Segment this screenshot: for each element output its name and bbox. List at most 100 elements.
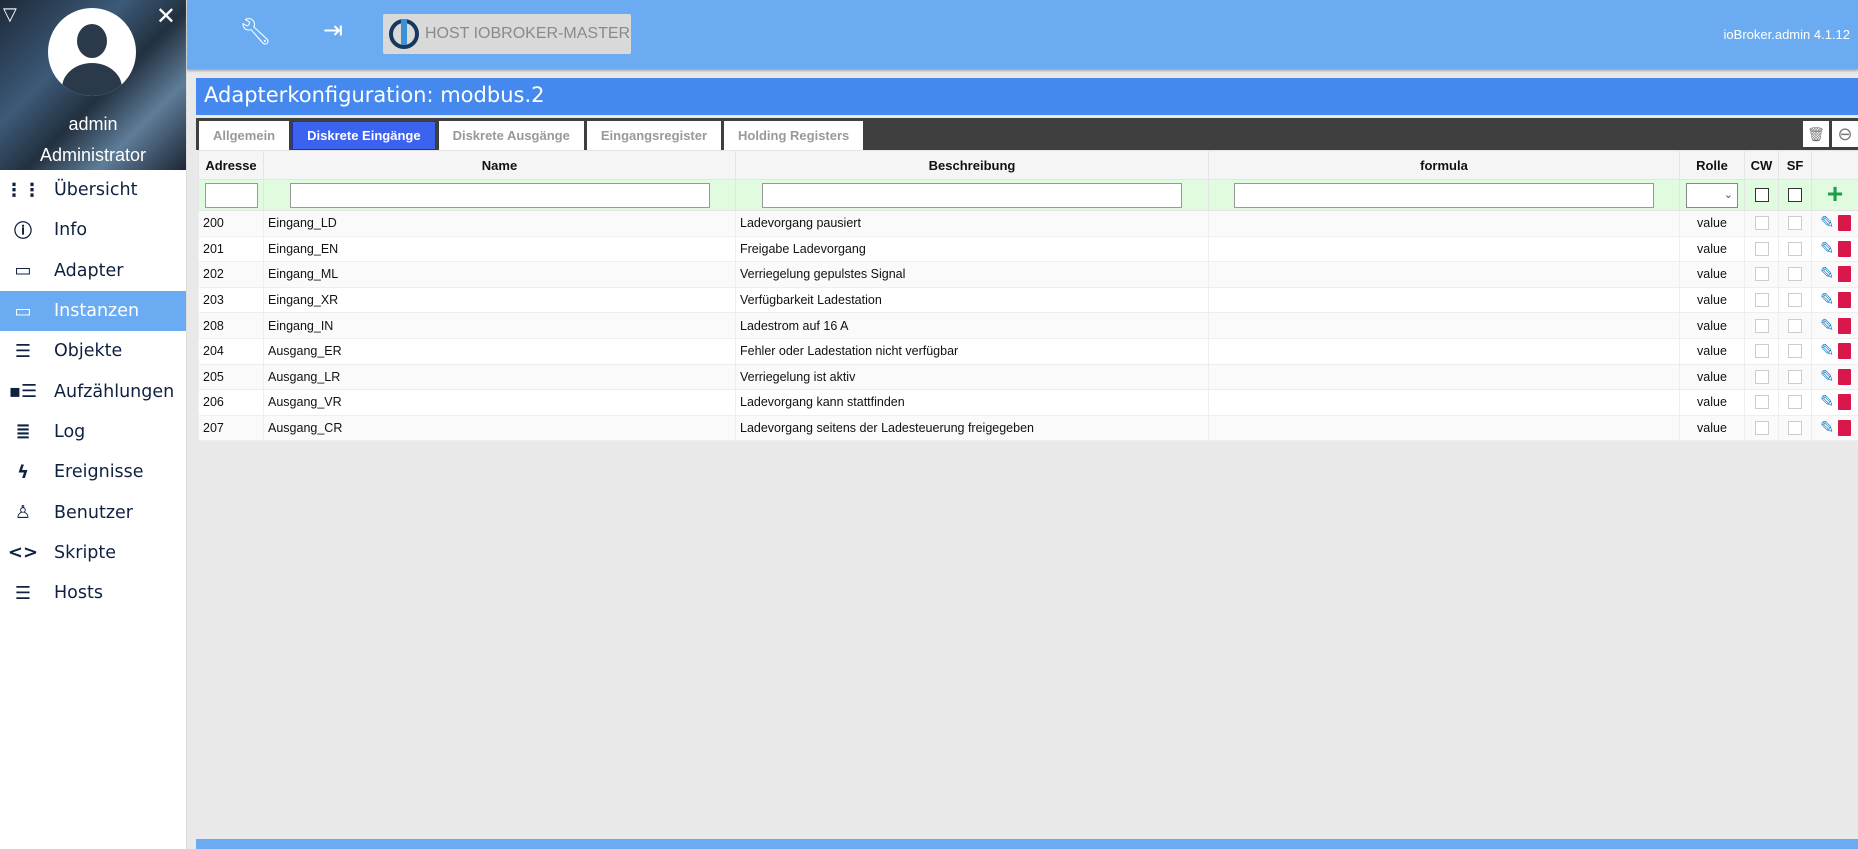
cw-checkbox[interactable] [1754,241,1769,256]
sf-checkbox[interactable] [1788,267,1802,282]
formula-cell[interactable] [1208,363,1680,391]
sf-checkbox[interactable] [1788,241,1802,256]
role-filter-select[interactable]: ⌄ [1686,182,1738,208]
sidebar-item-skripte[interactable]: <> Skripte [0,533,186,573]
name-cell[interactable]: Ausgang_CR [263,414,736,442]
description-cell[interactable]: Verriegelung gepulstes Signal [735,261,1209,288]
role-cell[interactable]: value [1679,286,1745,314]
formula-cell[interactable] [1208,235,1680,263]
formula-cell[interactable] [1208,337,1680,365]
header-formula[interactable]: formula [1208,150,1680,180]
sidebar-item-ereignisse[interactable]: ϟ Ereignisse [0,452,186,492]
description-cell[interactable]: Ladevorgang seitens der Ladesteuerung fr… [735,414,1209,442]
cw-checkbox[interactable] [1754,267,1769,282]
tab-3[interactable]: Eingangsregister [586,121,722,150]
cw-checkbox[interactable] [1754,344,1769,359]
address-cell[interactable]: 203 [198,286,264,314]
formula-cell[interactable] [1208,389,1680,416]
header-cw[interactable]: CW [1744,150,1779,180]
delete-all-button[interactable]: 🗑︎ [1803,121,1829,147]
role-cell[interactable]: value [1679,363,1745,391]
name-cell[interactable]: Eingang_ML [263,261,736,288]
formula-cell[interactable] [1208,261,1680,288]
address-filter-input[interactable] [204,182,258,208]
role-cell[interactable]: value [1679,261,1745,288]
delete-icon[interactable] [1838,317,1852,334]
address-cell[interactable]: 207 [198,414,264,442]
description-cell[interactable]: Verriegelung ist aktiv [735,363,1209,391]
edit-icon[interactable]: ✎ [1820,392,1834,412]
header-address[interactable]: Adresse [198,150,264,180]
header-role[interactable]: Rolle [1679,150,1745,180]
delete-icon[interactable] [1838,368,1852,385]
sf-checkbox[interactable] [1788,421,1802,436]
name-cell[interactable]: Eingang_LD [263,210,736,237]
name-cell[interactable]: Eingang_XR [263,286,736,314]
sf-checkbox[interactable] [1788,318,1802,333]
tab-1[interactable]: Diskrete Eingänge [292,121,436,150]
description-filter-input[interactable] [762,182,1182,208]
address-cell[interactable]: 204 [198,337,264,365]
sidebar-item-log[interactable]: ≣ Log [0,412,186,452]
sidebar-item-objekte[interactable]: ☰ Objekte [0,331,186,371]
delete-icon[interactable] [1838,343,1852,360]
sf-filter-checkbox[interactable] [1788,188,1802,202]
address-cell[interactable]: 201 [198,235,264,263]
edit-icon[interactable]: ✎ [1820,316,1834,336]
delete-icon[interactable] [1838,292,1852,309]
tab-4[interactable]: Holding Registers [724,121,864,150]
cw-checkbox[interactable] [1754,318,1769,333]
header-description[interactable]: Beschreibung [735,150,1209,180]
description-cell[interactable]: Verfügbarkeit Ladestation [735,286,1209,314]
edit-icon[interactable]: ✎ [1820,239,1834,259]
header-name[interactable]: Name [263,150,736,180]
role-cell[interactable]: value [1679,210,1745,237]
sidebar-item-adapter[interactable]: ▭ Adapter [0,251,186,291]
header-sf[interactable]: SF [1778,150,1812,180]
menu-toggle-icon[interactable]: ▽ [3,4,17,25]
sidebar-item-info[interactable]: ⓘ Info [0,210,186,250]
formula-filter-input[interactable] [1234,182,1654,208]
name-filter-input[interactable] [289,182,710,208]
formula-cell[interactable] [1208,286,1680,314]
description-cell[interactable]: Freigabe Ladevorgang [735,235,1209,263]
sf-checkbox[interactable] [1788,395,1802,410]
cw-checkbox[interactable] [1754,293,1769,308]
sf-checkbox[interactable] [1788,293,1802,308]
address-cell[interactable]: 205 [198,363,264,391]
edit-icon[interactable]: ✎ [1820,341,1834,361]
formula-cell[interactable] [1208,210,1680,237]
description-cell[interactable]: Fehler oder Ladestation nicht verfügbar [735,337,1209,365]
sidebar-item-instanzen[interactable]: ▭ Instanzen [0,290,186,332]
description-cell[interactable]: Ladestrom auf 16 A [735,312,1209,339]
add-row-button[interactable]: + [1827,178,1843,209]
address-cell[interactable]: 202 [198,261,264,288]
delete-icon[interactable] [1838,240,1852,257]
role-cell[interactable]: value [1679,389,1745,416]
role-cell[interactable]: value [1679,337,1745,365]
formula-cell[interactable] [1208,414,1680,442]
description-cell[interactable]: Ladevorgang pausiert [735,210,1209,237]
edit-icon[interactable]: ✎ [1820,213,1834,233]
sidebar-item-hosts[interactable]: ☰ Hosts [0,573,186,613]
close-icon[interactable]: ✕ [156,2,176,31]
edit-icon[interactable]: ✎ [1820,264,1834,284]
wrench-icon[interactable]: 🔧︎ [239,16,272,47]
cw-checkbox[interactable] [1754,369,1769,384]
sidebar-item-benutzer[interactable]: ♙ Benutzer [0,492,186,532]
address-cell[interactable]: 208 [198,312,264,339]
sf-checkbox[interactable] [1788,216,1802,231]
name-cell[interactable]: Eingang_EN [263,235,736,263]
tab-2[interactable]: Diskrete Ausgänge [438,121,584,150]
edit-icon[interactable]: ✎ [1820,290,1834,310]
sidebar-item-aufzählungen[interactable]: ▪☰ Aufzählungen [0,371,186,411]
role-cell[interactable]: value [1679,312,1745,339]
address-cell[interactable]: 200 [198,210,264,237]
sidebar-item-übersicht[interactable]: ⋮⋮ Übersicht [0,170,186,210]
tab-0[interactable]: Allgemein [199,121,290,150]
cw-checkbox[interactable] [1754,395,1769,410]
cw-checkbox[interactable] [1754,421,1769,436]
delete-icon[interactable] [1838,394,1852,411]
role-cell[interactable]: value [1679,235,1745,263]
delete-icon[interactable] [1838,266,1852,283]
